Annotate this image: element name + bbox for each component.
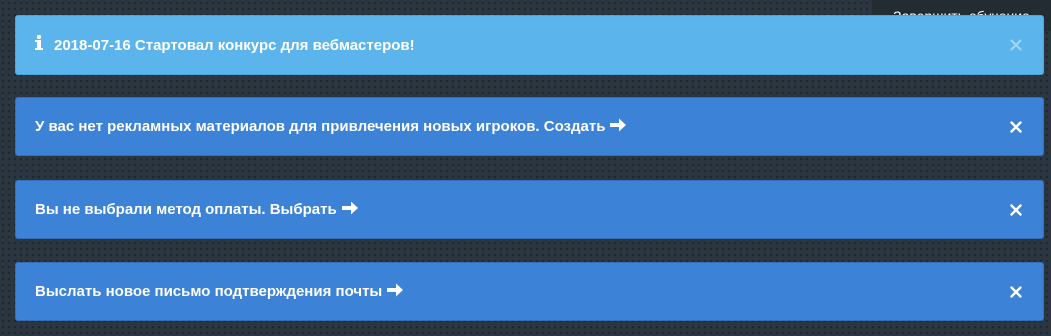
close-icon[interactable] — [1007, 283, 1025, 301]
info-icon — [35, 34, 43, 50]
alert-link-choose[interactable]: Вы не выбрали метод оплаты. Выбрать — [35, 201, 337, 218]
alert-resend-confirmation: Выслать новое письмо подтверждения почты — [15, 262, 1044, 321]
arrow-right-icon[interactable] — [341, 200, 359, 220]
close-icon[interactable] — [1007, 118, 1025, 136]
alert-no-payment-method: Вы не выбрали метод оплаты. Выбрать — [15, 180, 1044, 239]
alert-link-resend[interactable]: Выслать новое письмо подтверждения почты — [35, 283, 382, 300]
close-icon[interactable] — [1007, 36, 1025, 54]
alert-contest-news: 2018-07-16 Стартовал конкурс для вебмаст… — [15, 15, 1044, 75]
alert-text: 2018-07-16 Стартовал конкурс для вебмаст… — [54, 36, 415, 54]
arrow-right-icon[interactable] — [609, 117, 627, 137]
arrow-right-icon[interactable] — [386, 282, 404, 302]
close-icon[interactable] — [1007, 201, 1025, 219]
alert-link-create[interactable]: У вас нет рекламных материалов для привл… — [35, 118, 605, 135]
alert-no-promo-materials: У вас нет рекламных материалов для привл… — [15, 97, 1044, 156]
